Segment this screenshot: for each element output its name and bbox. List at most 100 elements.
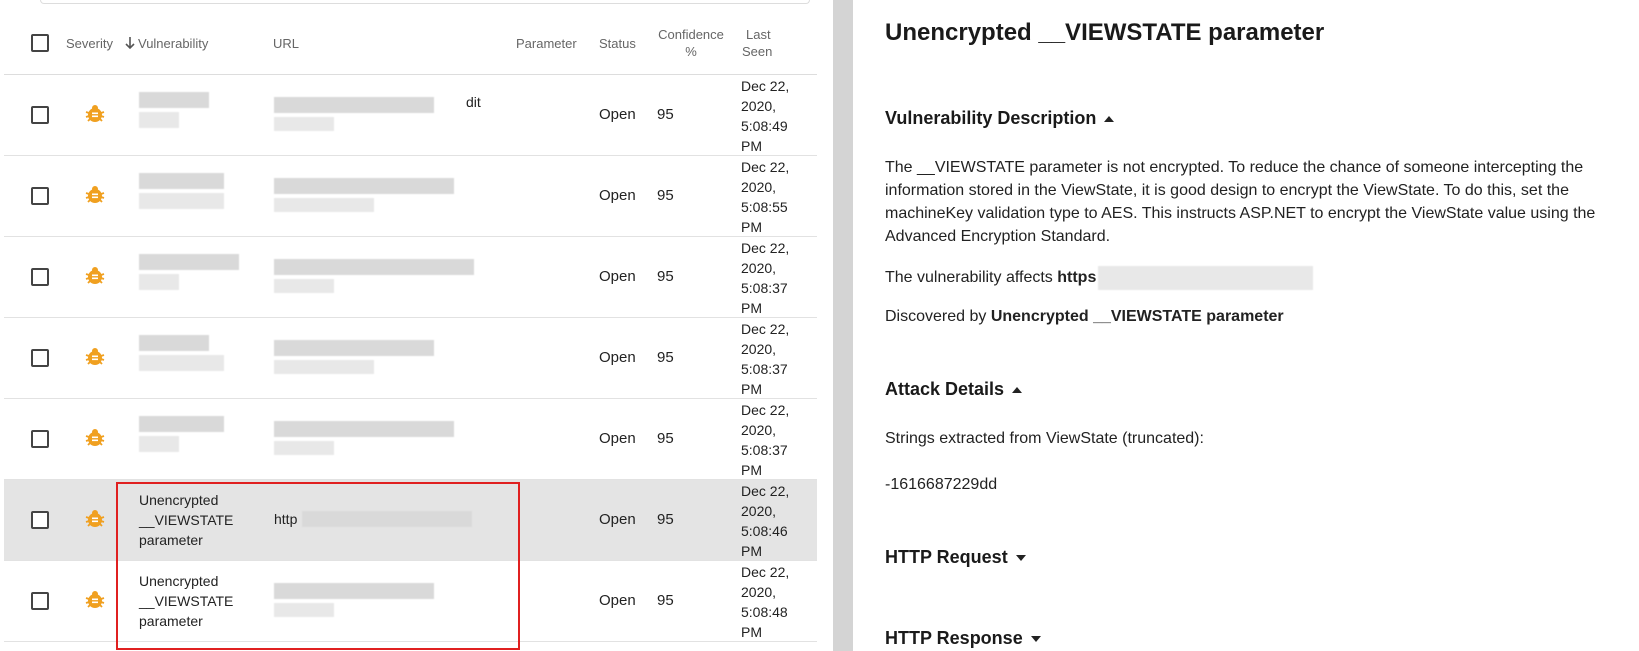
last-seen-timestamp: Dec 22, 2020, 5:08:49 PM	[741, 76, 811, 156]
last-seen-timestamp: Dec 22, 2020, 5:08:37 PM	[741, 319, 811, 399]
section-attack-details[interactable]: Attack Details	[885, 379, 1023, 400]
header-vulnerability[interactable]: Vulnerability	[138, 35, 208, 52]
status-text: Open	[599, 268, 636, 285]
table-row[interactable]: dit Open 95 Dec 22, 2020, 5:08:49 PM	[4, 75, 817, 156]
table-row[interactable]: Open 95 Dec 22, 2020, 5:08:37 PM	[4, 237, 817, 318]
status-text: Open	[599, 592, 636, 609]
last-seen-line: PM	[741, 219, 762, 235]
severity-bug-icon	[85, 510, 105, 527]
select-all-checkbox[interactable]	[31, 34, 49, 52]
severity-bug-icon	[85, 429, 105, 446]
header-url[interactable]: URL	[273, 35, 299, 52]
last-seen-line: Dec 22,	[741, 402, 790, 418]
last-seen-line: 2020,	[741, 98, 777, 114]
last-seen-line: PM	[741, 624, 762, 640]
header-parameter[interactable]: Parameter	[516, 35, 577, 52]
last-seen-timestamp: Dec 22, 2020, 5:08:48 PM	[741, 562, 811, 642]
section-http-request-label: HTTP Request	[885, 547, 1008, 567]
status-text: Open	[599, 349, 636, 366]
discovered-line: Discovered by Unencrypted __VIEWSTATE pa…	[885, 305, 1635, 328]
search-bar-edge	[40, 0, 810, 4]
discovered-by-value: Unencrypted __VIEWSTATE parameter	[990, 308, 1284, 325]
last-seen-timestamp: Dec 22, 2020, 5:08:55 PM	[741, 157, 811, 237]
pane-divider[interactable]	[833, 0, 853, 651]
redacted-url	[274, 259, 474, 275]
last-seen-line: 5:08:55	[741, 199, 788, 215]
table-row[interactable]: Open 95 Dec 22, 2020, 5:08:37 PM	[4, 399, 817, 480]
url-suffix: dit	[466, 94, 481, 110]
last-seen-timestamp: Dec 22, 2020, 5:08:46 PM	[741, 481, 811, 561]
severity-bug-icon	[85, 348, 105, 365]
last-seen-timestamp: Dec 22, 2020, 5:08:37 PM	[741, 238, 811, 318]
redacted-vulnerability	[139, 355, 224, 371]
header-last-seen[interactable]: Last Seen	[742, 26, 772, 60]
row-checkbox[interactable]	[31, 430, 49, 448]
last-seen-line: 5:08:46	[741, 523, 788, 539]
redacted-url	[274, 340, 434, 356]
confidence-value: 95	[657, 106, 674, 123]
table-row[interactable]: Open 95 Dec 22, 2020, 5:08:55 PM	[4, 156, 817, 237]
confidence-value: 95	[657, 268, 674, 285]
affects-url[interactable]: https	[1057, 269, 1096, 286]
attack-text: Strings extracted from ViewState (trunca…	[885, 430, 1204, 447]
table-header: Severity Vulnerability URL Parameter Sta…	[4, 18, 817, 75]
redacted-vulnerability	[139, 173, 224, 189]
status-text: Open	[599, 511, 636, 528]
redacted-url	[274, 441, 334, 455]
status-text: Open	[599, 106, 636, 123]
confidence-value: 95	[657, 430, 674, 447]
sort-down-arrow-icon[interactable]	[124, 35, 136, 51]
table-row[interactable]: Open 95 Dec 22, 2020, 5:08:37 PM	[4, 318, 817, 399]
header-status[interactable]: Status	[599, 35, 636, 52]
redacted-vulnerability	[139, 436, 179, 452]
last-seen-line: Dec 22,	[741, 321, 790, 337]
caret-down-icon	[1030, 636, 1041, 643]
redacted-vulnerability	[139, 193, 224, 209]
row-checkbox[interactable]	[31, 268, 49, 286]
row-checkbox[interactable]	[31, 187, 49, 205]
last-seen-line: Dec 22,	[741, 483, 790, 499]
severity-bug-icon	[85, 591, 105, 608]
app-root: Severity Vulnerability URL Parameter Sta…	[0, 0, 1639, 651]
redacted-vulnerability	[139, 92, 209, 108]
caret-up-icon	[1104, 116, 1115, 123]
row-checkbox[interactable]	[31, 511, 49, 529]
redacted-url	[274, 198, 374, 212]
status-text: Open	[599, 430, 636, 447]
confidence-value: 95	[657, 592, 674, 609]
row-checkbox[interactable]	[31, 592, 49, 610]
severity-bug-icon	[85, 186, 105, 203]
header-last-seen-line1: Last	[746, 27, 771, 42]
last-seen-line: 5:08:37	[741, 280, 788, 296]
last-seen-line: 5:08:49	[741, 118, 788, 134]
caret-down-icon	[1015, 555, 1026, 562]
confidence-value: 95	[657, 511, 674, 528]
last-seen-line: PM	[741, 543, 762, 559]
last-seen-line: 5:08:37	[741, 442, 788, 458]
last-seen-timestamp: Dec 22, 2020, 5:08:37 PM	[741, 400, 811, 480]
header-confidence[interactable]: Confidence %	[655, 26, 727, 60]
discovered-prefix: Discovered by	[885, 308, 991, 325]
affects-line: The vulnerability affects https	[885, 266, 1635, 290]
vulnerability-table-pane: Severity Vulnerability URL Parameter Sta…	[0, 0, 833, 651]
header-severity[interactable]: Severity	[66, 35, 113, 52]
last-seen-line: 5:08:37	[741, 361, 788, 377]
affects-prefix: The vulnerability affects	[885, 269, 1058, 287]
row-checkbox[interactable]	[31, 349, 49, 367]
section-http-request[interactable]: HTTP Request	[885, 547, 1026, 568]
last-seen-line: 2020,	[741, 341, 777, 357]
redacted-url	[274, 360, 374, 374]
vulnerability-detail-pane: Unencrypted __VIEWSTATE parameter Vulner…	[853, 0, 1639, 651]
caret-up-icon	[1012, 387, 1023, 394]
redacted-url	[274, 97, 434, 113]
last-seen-line: PM	[741, 462, 762, 478]
redacted-url	[274, 117, 334, 131]
last-seen-line: Dec 22,	[741, 564, 790, 580]
section-vulnerability-description[interactable]: Vulnerability Description	[885, 108, 1115, 129]
description-text: The __VIEWSTATE parameter is not encrypt…	[885, 159, 1596, 245]
section-http-response[interactable]: HTTP Response	[885, 628, 1041, 649]
section-vulnerability-description-label: Vulnerability Description	[885, 108, 1097, 128]
last-seen-line: Dec 22,	[741, 159, 790, 175]
section-attack-details-label: Attack Details	[885, 379, 1005, 399]
row-checkbox[interactable]	[31, 106, 49, 124]
